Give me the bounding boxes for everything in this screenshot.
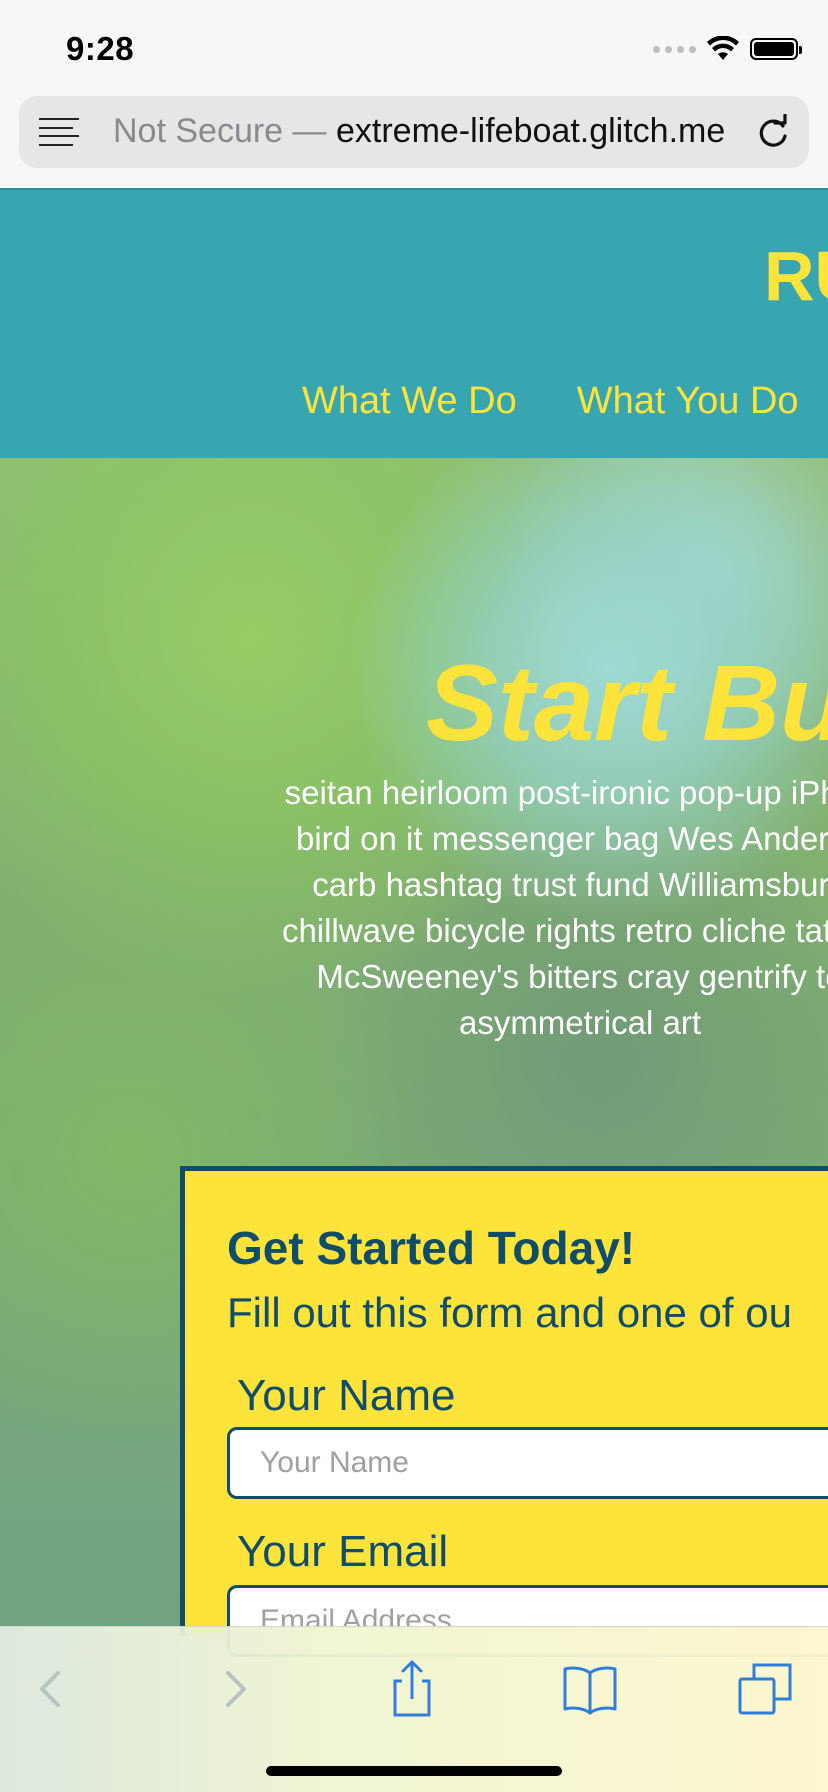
form-title: Get Started Today! [227,1222,636,1274]
bookmarks-icon[interactable] [560,1659,620,1719]
address-bar[interactable]: Not Secure — extreme-lifeboat.glitch.me [19,96,809,168]
hero-paragraph-line: chillwave bicycle rights retro cliche ta… [281,912,828,949]
battery-icon [750,38,802,60]
hero-paragraph-line: bird on it messenger bag Wes Anderso [295,820,828,857]
nav-link-what-you-do[interactable]: What You Do [577,380,799,423]
hero-paragraph-line: carb hashtag trust fund Williamsburg [312,866,828,903]
hero-paragraph: seitan heirloom post-ironic pop-up iPhon… [0,770,828,1046]
name-input[interactable] [227,1427,828,1499]
share-icon[interactable] [382,1659,442,1719]
form-subtitle: Fill out this form and one of ou [227,1289,792,1336]
status-icons [653,36,802,62]
home-indicator [266,1766,562,1776]
hero-paragraph-line: asymmetrical art [458,1004,702,1041]
status-bar: 9:28 [0,0,828,92]
cellular-signal-icon [653,45,696,53]
nav-link-what-we-do[interactable]: What We Do [302,380,517,423]
tabs-icon[interactable] [736,1659,796,1719]
url-text[interactable]: Not Secure — extreme-lifeboat.glitch.me [113,112,753,151]
site-brand[interactable]: RU [764,236,828,316]
email-label: Your Email [237,1527,449,1576]
reload-icon[interactable] [755,114,791,150]
url-domain: extreme-lifeboat.glitch.me [335,112,726,150]
status-time: 9:28 [66,30,135,67]
safari-window: 9:28 Not Secure — extreme-lifeboat.glitc… [0,0,828,1792]
site-header: RU What We Do What You Do [0,188,828,458]
wifi-icon [707,36,739,60]
name-label: Your Name [237,1371,456,1420]
hero-title: Start Bu [426,642,828,763]
back-icon[interactable] [22,1659,82,1719]
reader-view-icon[interactable] [39,118,79,146]
url-security-label: Not Secure — [113,112,336,150]
hero-paragraph-line: seitan heirloom post-ironic pop-up iPhon [284,774,828,811]
forward-icon[interactable] [204,1659,264,1719]
signup-form: Get Started Today! Fill out this form an… [180,1166,828,1657]
site-nav: What We Do What You Do [302,380,799,423]
hero-paragraph-line: McSweeney's bitters cray gentrify to [316,958,828,995]
